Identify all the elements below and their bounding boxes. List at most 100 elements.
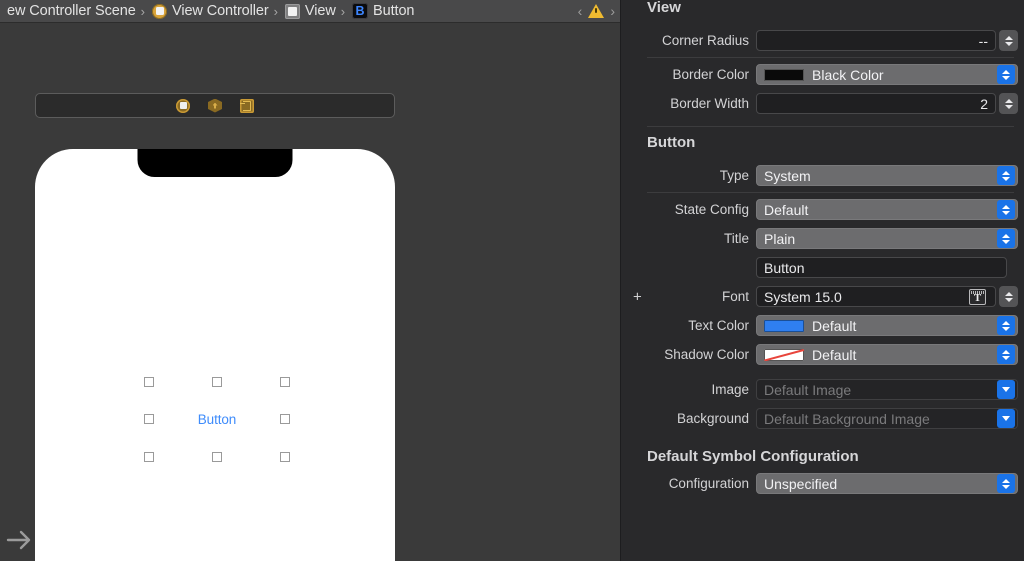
state-config-popup[interactable]: Default: [756, 199, 1018, 220]
text-color-value: Default: [812, 317, 857, 334]
jump-bar-issue-nav: ‹ ›: [578, 4, 620, 18]
breadcrumb-view-label: View: [304, 3, 336, 19]
view-controller-icon: [152, 3, 168, 19]
shadow-color-swatch: [764, 348, 804, 361]
title-text-input[interactable]: Button: [756, 257, 1007, 278]
title-style-stepper[interactable]: [997, 229, 1015, 248]
background-value: Default Background Image: [764, 410, 930, 427]
title-style-popup[interactable]: Plain: [756, 228, 1018, 249]
font-row: + Font System 15.0 T: [621, 282, 1024, 311]
previous-issue-button[interactable]: ‹: [578, 4, 583, 18]
image-label: Image: [711, 382, 749, 397]
breadcrumb-scene-label: ew Controller Scene: [7, 3, 136, 19]
border-width-label: Border Width: [670, 96, 749, 111]
border-color-stepper[interactable]: [997, 65, 1015, 84]
button-section-header: Button: [647, 134, 696, 151]
state-config-value: Default: [764, 201, 809, 218]
border-color-swatch: [764, 68, 804, 81]
breadcrumb-separator: ›: [140, 3, 146, 19]
view-icon: [284, 3, 300, 19]
corner-radius-input[interactable]: --: [756, 30, 996, 51]
divider: [647, 126, 1014, 127]
canvas-button-title[interactable]: Button: [144, 377, 290, 462]
image-chevron-down-icon[interactable]: [997, 380, 1015, 399]
device-notch: [137, 149, 293, 177]
shadow-color-stepper[interactable]: [997, 345, 1015, 364]
corner-radius-stepper[interactable]: [999, 30, 1018, 51]
border-width-input[interactable]: 2: [756, 93, 996, 114]
next-issue-button[interactable]: ›: [610, 4, 615, 18]
symbol-config-header: Default Symbol Configuration: [647, 448, 859, 465]
symbol-configuration-label: Configuration: [668, 476, 749, 491]
border-color-value: Black Color: [812, 66, 884, 83]
view-controller-dock-icon[interactable]: [176, 98, 190, 113]
add-font-variation-button[interactable]: +: [633, 289, 642, 304]
symbol-configuration-stepper[interactable]: [997, 474, 1015, 493]
button-type-label: Type: [719, 168, 749, 183]
exit-dock-icon[interactable]: [240, 98, 254, 113]
image-value: Default Image: [764, 381, 852, 398]
breadcrumb-view-controller-label: View Controller: [172, 3, 269, 19]
border-width-row: Border Width 2: [621, 89, 1024, 118]
button-badge-icon: B: [352, 3, 369, 19]
divider: [647, 57, 1014, 58]
title-style-row: Title Plain: [621, 224, 1024, 253]
shadow-color-popup[interactable]: Default: [756, 344, 1018, 365]
text-color-label: Text Color: [688, 318, 749, 333]
title-text-row: Button: [621, 253, 1024, 282]
font-input[interactable]: System 15.0 T: [756, 286, 996, 307]
selected-button-bounds[interactable]: Button: [144, 377, 290, 462]
image-row: Image Default Image: [621, 375, 1024, 404]
breadcrumb-separator: ›: [273, 3, 278, 19]
breadcrumb-scene[interactable]: ew Controller Scene: [0, 0, 136, 22]
title-style-value: Plain: [764, 230, 796, 247]
shadow-color-label: Shadow Color: [664, 347, 749, 362]
font-value: System 15.0: [764, 288, 842, 305]
breadcrumb-view[interactable]: View: [283, 0, 336, 22]
jump-bar: ew Controller Scene › View Controller › …: [0, 0, 620, 23]
corner-radius-label: Corner Radius: [661, 33, 749, 48]
image-combo[interactable]: Default Image: [756, 379, 1018, 400]
xcode-interface-builder: ew Controller Scene › View Controller › …: [0, 0, 1024, 561]
breadcrumb-button[interactable]: B Button: [350, 0, 415, 22]
state-config-row: State Config Default: [621, 195, 1024, 224]
border-color-label: Border Color: [672, 67, 749, 82]
background-row: Background Default Background Image: [621, 404, 1024, 433]
symbol-configuration-row: Configuration Unspecified: [621, 469, 1024, 498]
breadcrumb-view-controller[interactable]: View Controller: [150, 0, 269, 22]
view-controller-scene[interactable]: Button: [35, 93, 395, 561]
shadow-color-value: Default: [812, 346, 857, 363]
shadow-color-row: Shadow Color Default: [621, 340, 1024, 369]
title-style-label: Title: [723, 231, 749, 246]
border-width-stepper[interactable]: [999, 93, 1018, 114]
text-color-row: Text Color Default: [621, 311, 1024, 340]
device-preview[interactable]: Button: [35, 149, 395, 561]
scene-dock[interactable]: [35, 93, 395, 118]
border-color-popup[interactable]: Black Color: [756, 64, 1018, 85]
state-config-label: State Config: [674, 202, 749, 217]
symbol-configuration-value: Unspecified: [764, 475, 838, 492]
first-responder-dock-icon[interactable]: [208, 98, 222, 113]
view-section-header: View: [647, 0, 681, 16]
divider: [647, 192, 1014, 193]
breadcrumb-button-label: Button: [373, 3, 415, 19]
text-color-swatch: [764, 319, 804, 332]
button-type-value: System: [764, 167, 811, 184]
text-color-popup[interactable]: Default: [756, 315, 1018, 336]
background-chevron-down-icon[interactable]: [997, 409, 1015, 428]
state-config-stepper[interactable]: [997, 200, 1015, 219]
font-picker-icon[interactable]: T: [969, 288, 986, 305]
button-type-row: Type System: [621, 161, 1024, 190]
corner-radius-row: Corner Radius --: [621, 26, 1024, 55]
background-label: Background: [676, 411, 749, 426]
symbol-configuration-popup[interactable]: Unspecified: [756, 473, 1018, 494]
storyboard-entry-arrow-icon: [6, 530, 31, 550]
attributes-inspector[interactable]: View Corner Radius -- Border Color Black…: [620, 0, 1024, 561]
button-type-stepper[interactable]: [997, 166, 1015, 185]
storyboard-canvas[interactable]: Button: [0, 23, 620, 561]
font-size-stepper[interactable]: [999, 286, 1018, 307]
text-color-stepper[interactable]: [997, 316, 1015, 335]
warning-triangle-icon[interactable]: [588, 4, 605, 18]
button-type-popup[interactable]: System: [756, 165, 1018, 186]
background-combo[interactable]: Default Background Image: [756, 408, 1018, 429]
